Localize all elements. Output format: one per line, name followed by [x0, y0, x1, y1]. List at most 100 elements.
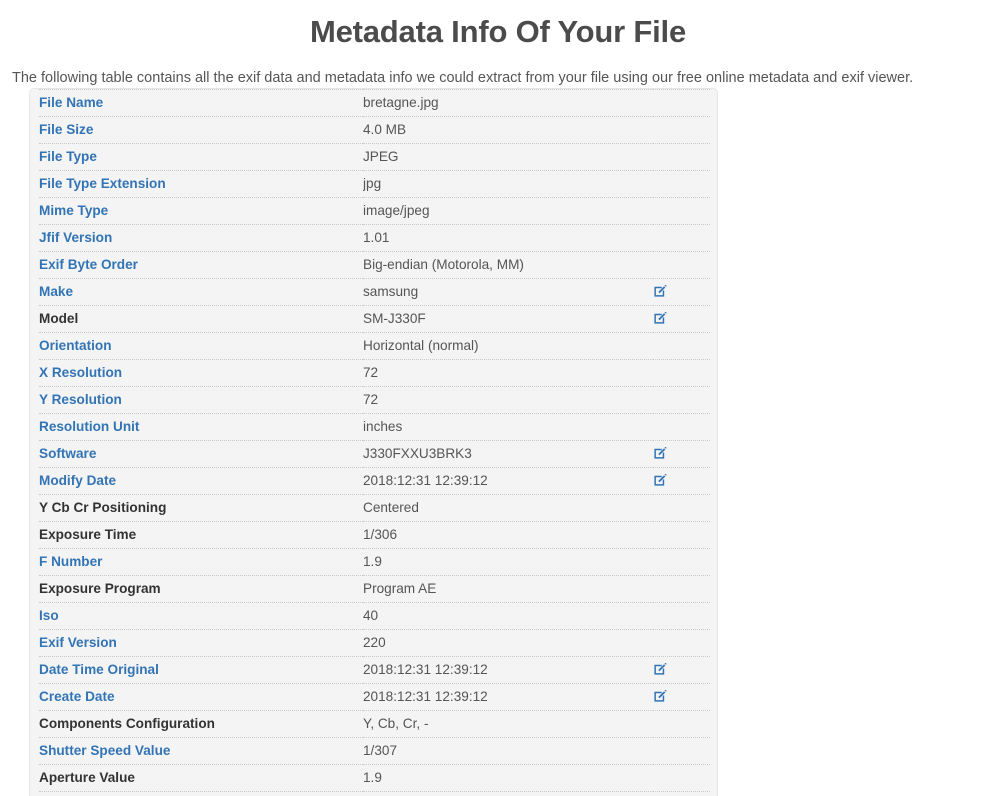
metadata-value: 6.16	[363, 791, 653, 796]
table-row: X Resolution 72	[39, 359, 710, 387]
table-row: Software J330FXXU3BRK3	[39, 440, 710, 468]
table-row: Exif Version 220	[39, 629, 710, 657]
metadata-label-cell: Create Date	[39, 683, 363, 711]
metadata-value: 1/306	[363, 521, 653, 549]
metadata-value: jpg	[363, 170, 653, 198]
metadata-label-link[interactable]: File Size	[39, 122, 93, 137]
metadata-label-link[interactable]: X Resolution	[39, 365, 122, 380]
metadata-value: 1/307	[363, 737, 653, 765]
table-row: Aperture Value 1.9	[39, 764, 710, 792]
table-row: Brightness Value6.16	[39, 791, 710, 796]
metadata-label-cell: Exif Byte Order	[39, 251, 363, 279]
metadata-label: Components Configuration	[39, 716, 215, 731]
metadata-label-link[interactable]: Modify Date	[39, 473, 116, 488]
metadata-label-link[interactable]: Y Resolution	[39, 392, 122, 407]
metadata-label-cell: File Type	[39, 143, 363, 171]
metadata-label-cell: Components Configuration	[39, 710, 363, 738]
metadata-label-link[interactable]: Create Date	[39, 689, 115, 704]
edit-icon[interactable]	[653, 311, 667, 325]
metadata-action-cell	[653, 278, 710, 306]
table-row: Exif Byte Order Big-endian (Motorola, MM)	[39, 251, 710, 279]
metadata-label-link[interactable]: Software	[39, 446, 96, 461]
edit-icon[interactable]	[653, 689, 667, 703]
metadata-panel: File Name bretagne.jpg File Size 4.0 MB File…	[29, 88, 718, 796]
metadata-label-link[interactable]: Exif Version	[39, 635, 117, 650]
metadata-value: 1.01	[363, 224, 653, 252]
metadata-label-cell: Iso	[39, 602, 363, 630]
metadata-label-link[interactable]: Date Time Original	[39, 662, 159, 677]
table-row: F Number 1.9	[39, 548, 710, 576]
metadata-label-cell: Y Resolution	[39, 386, 363, 414]
metadata-label-link[interactable]: Iso	[39, 608, 59, 623]
metadata-action-cell	[653, 413, 710, 441]
metadata-action-cell	[653, 440, 710, 468]
metadata-action-cell	[653, 737, 710, 765]
metadata-table: File Name bretagne.jpg File Size 4.0 MB File…	[39, 89, 710, 796]
table-row: Model SM-J330F	[39, 305, 710, 333]
metadata-value: Big-endian (Motorola, MM)	[363, 251, 653, 279]
table-row: File Name bretagne.jpg	[39, 89, 710, 117]
metadata-label-cell: Software	[39, 440, 363, 468]
metadata-table-body: File Name bretagne.jpg File Size 4.0 MB File…	[39, 89, 710, 796]
table-row: Make samsung	[39, 278, 710, 306]
metadata-label-link[interactable]: File Type	[39, 149, 97, 164]
metadata-label-link[interactable]: Resolution Unit	[39, 419, 139, 434]
metadata-label-link[interactable]: File Type Extension	[39, 176, 166, 191]
metadata-label-cell: Date Time Original	[39, 656, 363, 684]
metadata-action-cell	[653, 143, 710, 171]
metadata-label-link[interactable]: Orientation	[39, 338, 112, 353]
metadata-value: 2018:12:31 12:39:12	[363, 656, 653, 684]
edit-icon[interactable]	[653, 284, 667, 298]
metadata-value: Horizontal (normal)	[363, 332, 653, 360]
metadata-value: 1.9	[363, 548, 653, 576]
edit-icon[interactable]	[653, 662, 667, 676]
metadata-label-link[interactable]: File Name	[39, 95, 103, 110]
metadata-action-cell	[653, 467, 710, 495]
table-row: Date Time Original 2018:12:31 12:39:12	[39, 656, 710, 684]
metadata-action-cell	[653, 116, 710, 144]
edit-icon[interactable]	[653, 446, 667, 460]
metadata-value: image/jpeg	[363, 197, 653, 225]
metadata-label: Exposure Program	[39, 581, 161, 596]
metadata-label-cell: Exif Version	[39, 629, 363, 657]
metadata-action-cell	[653, 521, 710, 549]
table-row: Resolution Unit inches	[39, 413, 710, 441]
metadata-value: Y, Cb, Cr, -	[363, 710, 653, 738]
metadata-label-link[interactable]: Exif Byte Order	[39, 257, 138, 272]
metadata-value: inches	[363, 413, 653, 441]
table-row: Orientation Horizontal (normal)	[39, 332, 710, 360]
metadata-value: 72	[363, 359, 653, 387]
metadata-value: 40	[363, 602, 653, 630]
table-row: Components Configuration Y, Cb, Cr, -	[39, 710, 710, 738]
metadata-action-cell	[653, 251, 710, 279]
metadata-label-link[interactable]: F Number	[39, 554, 102, 569]
page-title: Metadata Info Of Your File	[309, 14, 687, 49]
metadata-label-link[interactable]: Mime Type	[39, 203, 108, 218]
metadata-label-cell: Y Cb Cr Positioning	[39, 494, 363, 522]
metadata-label-cell: Mime Type	[39, 197, 363, 225]
edit-icon[interactable]	[653, 473, 667, 487]
page-description: The following table contains all the exi…	[12, 70, 914, 86]
metadata-label-cell: Resolution Unit	[39, 413, 363, 441]
metadata-value: 2018:12:31 12:39:12	[363, 683, 653, 711]
metadata-action-cell	[653, 764, 710, 792]
metadata-label: Aperture Value	[39, 770, 135, 785]
metadata-label-cell: File Size	[39, 116, 363, 144]
metadata-label-link[interactable]: Shutter Speed Value	[39, 743, 170, 758]
metadata-value: 1.9	[363, 764, 653, 792]
metadata-action-cell	[653, 332, 710, 360]
metadata-label-link[interactable]: Make	[39, 284, 73, 299]
metadata-label-cell: Jfif Version	[39, 224, 363, 252]
metadata-label-cell: F Number	[39, 548, 363, 576]
metadata-value: bretagne.jpg	[363, 89, 653, 117]
metadata-action-cell	[653, 224, 710, 252]
metadata-label-link[interactable]: Jfif Version	[39, 230, 112, 245]
table-row: Y Resolution 72	[39, 386, 710, 414]
metadata-value: samsung	[363, 278, 653, 306]
metadata-label-cell: Orientation	[39, 332, 363, 360]
table-row: Iso 40	[39, 602, 710, 630]
metadata-label-cell: Exposure Time	[39, 521, 363, 549]
metadata-label: Exposure Time	[39, 527, 137, 542]
table-row: File Size 4.0 MB	[39, 116, 710, 144]
metadata-label-cell: File Name	[39, 89, 363, 117]
